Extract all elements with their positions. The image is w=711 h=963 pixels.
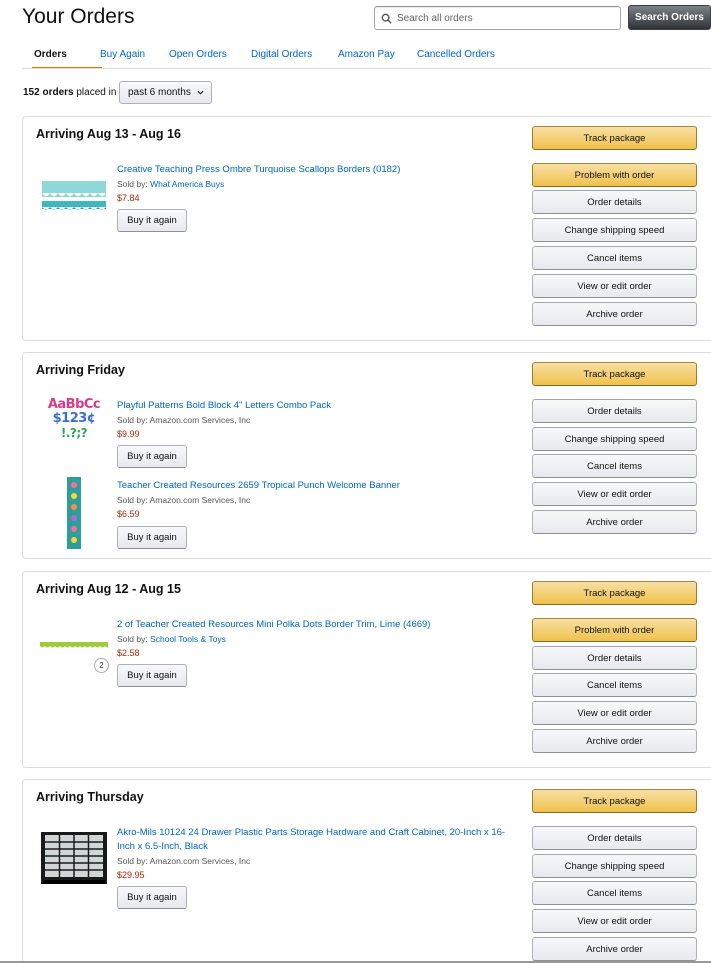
track-package-button[interactable]: Track package (532, 126, 697, 150)
sold-by-label: Sold by: (117, 179, 151, 189)
tab-cancelled-orders[interactable]: Cancelled Orders (417, 44, 495, 69)
buy-it-again-button[interactable]: Buy it again (117, 526, 187, 549)
order-status-title: Arriving Aug 12 - Aug 15 (36, 582, 181, 596)
tabs-divider (22, 68, 711, 69)
orders-tabs: Orders Buy Again Open Orders Digital Ord… (32, 44, 495, 69)
view-edit-order-button[interactable]: View or edit order (532, 482, 697, 506)
buy-it-again-button[interactable]: Buy it again (117, 664, 187, 687)
time-period-value: past 6 months (128, 87, 191, 98)
numbers-pack-art-line: $123¢ (52, 411, 96, 426)
tab-orders[interactable]: Orders (32, 44, 102, 69)
archive-order-button[interactable]: Archive order (532, 729, 697, 753)
archive-order-button[interactable]: Archive order (532, 510, 697, 534)
track-package-button[interactable]: Track package (532, 789, 697, 813)
search-input[interactable] (397, 12, 597, 24)
seller-name: Amazon.com Services, Inc (149, 495, 251, 505)
search-box[interactable] (374, 6, 621, 30)
order-card: Arriving Thursday Track package Order de… (22, 779, 711, 963)
product-image-scallops-border[interactable] (40, 179, 108, 215)
punctuation-pack-art-line: !.?;? (60, 426, 88, 440)
time-period-select[interactable]: past 6 months (119, 81, 212, 104)
order-count: 152 orders placed in (23, 87, 116, 98)
sold-by: Sold by: School Tools & Toys (117, 634, 226, 644)
sold-by-label: Sold by: (117, 634, 151, 644)
change-shipping-speed-button[interactable]: Change shipping speed (532, 854, 697, 878)
view-edit-order-button[interactable]: View or edit order (532, 274, 697, 298)
item-title-link[interactable]: Playful Patterns Bold Block 4" Letters C… (117, 399, 517, 413)
item-price: $7.84 (117, 193, 140, 203)
sold-by-label: Sold by: (117, 495, 150, 505)
seller-name: Amazon.com Services, Inc (149, 415, 251, 425)
item-price: $9.99 (117, 429, 140, 439)
letters-pack-art-line: AaBbCc (47, 397, 101, 412)
order-details-button[interactable]: Order details (532, 826, 697, 850)
tab-digital-orders[interactable]: Digital Orders (251, 44, 338, 69)
sold-by: Sold by: What America Buys (117, 179, 224, 189)
item-title-link[interactable]: Akro-Mils 10124 24 Drawer Plastic Parts … (117, 826, 517, 854)
buy-it-again-button[interactable]: Buy it again (117, 886, 187, 909)
search-icon (381, 13, 392, 24)
problem-with-order-button[interactable]: Problem with order (532, 163, 697, 187)
page-title: Your Orders (22, 5, 135, 28)
search-orders-button[interactable]: Search Orders (628, 5, 711, 30)
item-price: $2.58 (117, 648, 140, 658)
order-card: Arriving Aug 12 - Aug 15 Track package P… (22, 571, 711, 768)
tab-amazon-pay[interactable]: Amazon Pay (338, 44, 417, 69)
item-price: $6.59 (117, 509, 140, 519)
product-image-letters-pack[interactable]: AaBbCc $123¢ !.?;? (38, 398, 110, 444)
view-edit-order-button[interactable]: View or edit order (532, 909, 697, 933)
item-price: $29.95 (117, 870, 145, 880)
sold-by: Sold by: Amazon.com Services, Inc (117, 856, 250, 866)
product-image-storage-cabinet[interactable] (39, 830, 109, 888)
seller-name: Amazon.com Services, Inc (149, 856, 251, 866)
order-card: Arriving Aug 13 - Aug 16 Track package P… (22, 116, 711, 341)
change-shipping-speed-button[interactable]: Change shipping speed (532, 218, 697, 242)
cancel-items-button[interactable]: Cancel items (532, 881, 697, 905)
cancel-items-button[interactable]: Cancel items (532, 673, 697, 697)
buy-it-again-button[interactable]: Buy it again (117, 445, 187, 468)
problem-with-order-button[interactable]: Problem with order (532, 618, 697, 642)
view-edit-order-button[interactable]: View or edit order (532, 701, 697, 725)
sold-by-label: Sold by: (117, 856, 150, 866)
buy-it-again-button[interactable]: Buy it again (117, 209, 187, 232)
item-title-link[interactable]: 2 of Teacher Created Resources Mini Polk… (117, 618, 517, 632)
change-shipping-speed-button[interactable]: Change shipping speed (532, 427, 697, 451)
order-status-title: Arriving Aug 13 - Aug 16 (36, 127, 181, 141)
order-count-number: 152 orders (23, 87, 74, 98)
archive-order-button[interactable]: Archive order (532, 302, 697, 326)
order-details-button[interactable]: Order details (532, 646, 697, 670)
sold-by: Sold by: Amazon.com Services, Inc (117, 415, 250, 425)
cancel-items-button[interactable]: Cancel items (532, 246, 697, 270)
chevron-down-icon (197, 90, 204, 95)
tab-open-orders[interactable]: Open Orders (169, 44, 251, 69)
track-package-button[interactable]: Track package (532, 581, 697, 605)
order-card: Arriving Friday Track package Order deta… (22, 352, 711, 559)
item-title-link[interactable]: Teacher Created Resources 2659 Tropical … (117, 479, 517, 493)
placed-in-label: placed in (73, 87, 117, 98)
track-package-button[interactable]: Track package (532, 362, 697, 386)
order-details-button[interactable]: Order details (532, 190, 697, 214)
seller-link[interactable]: School Tools & Toys (150, 634, 226, 644)
cancel-items-button[interactable]: Cancel items (532, 454, 697, 478)
sold-by: Sold by: Amazon.com Services, Inc (117, 495, 250, 505)
archive-order-button[interactable]: Archive order (532, 937, 697, 961)
sold-by-label: Sold by: (117, 415, 150, 425)
order-status-title: Arriving Thursday (36, 790, 144, 804)
order-details-button[interactable]: Order details (532, 399, 697, 423)
item-title-link[interactable]: Creative Teaching Press Ombre Turquoise … (117, 163, 517, 177)
order-status-title: Arriving Friday (36, 363, 125, 377)
quantity-badge: 2 (94, 658, 109, 673)
tab-buy-again[interactable]: Buy Again (100, 44, 169, 69)
product-image-polka-dot-border[interactable] (40, 640, 108, 650)
product-image-welcome-banner[interactable] (66, 477, 82, 549)
seller-link[interactable]: What America Buys (150, 179, 224, 189)
